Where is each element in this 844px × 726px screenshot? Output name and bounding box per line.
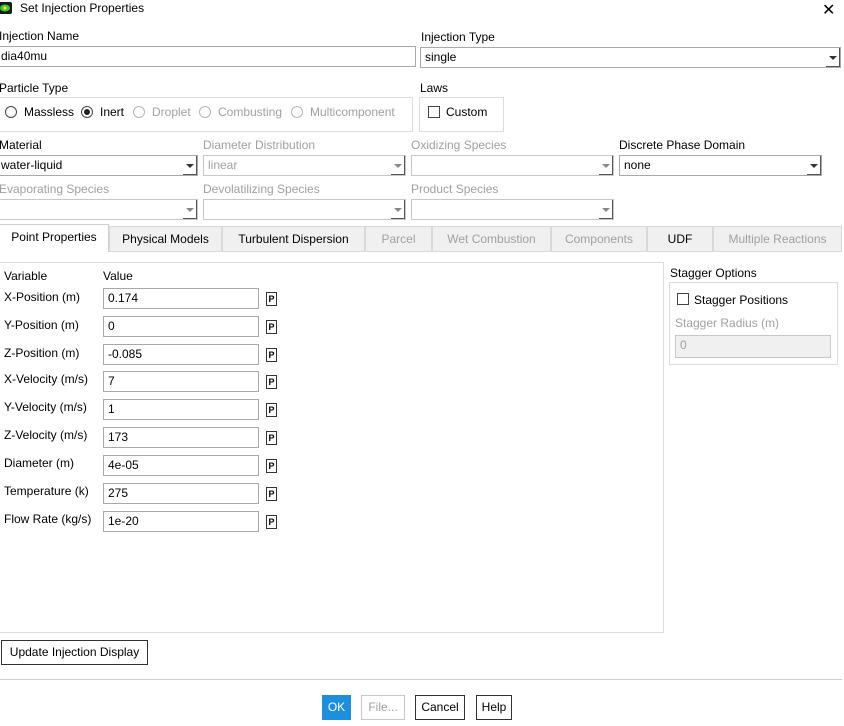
tab-point-properties[interactable]: Point Properties <box>0 224 109 252</box>
y-velocity-input[interactable]: 1 <box>103 399 259 420</box>
help-button[interactable]: Help <box>476 695 512 720</box>
file-button[interactable]: File... <box>361 695 405 720</box>
oxidizing-species-select[interactable] <box>411 155 614 176</box>
radio-multicomponent[interactable] <box>291 106 303 118</box>
z-position-param-button[interactable]: P <box>266 348 277 362</box>
chevron-down-icon <box>598 156 613 175</box>
injection-type-label: Injection Type <box>421 30 495 44</box>
chevron-down-icon <box>182 200 197 219</box>
radio-droplet[interactable] <box>133 106 145 118</box>
x-velocity-input[interactable]: 7 <box>103 371 259 392</box>
discrete-phase-domain-value: none <box>624 158 651 172</box>
y-velocity-param-button[interactable]: P <box>266 403 277 417</box>
x-position-param-button[interactable]: P <box>266 292 277 306</box>
x-velocity-param-button[interactable]: P <box>266 375 277 389</box>
z-position-input[interactable]: -0.085 <box>103 344 259 365</box>
chevron-down-icon <box>598 200 613 219</box>
radio-combusting-label: Combusting <box>218 105 283 119</box>
value-column-header: Value <box>103 269 133 283</box>
temperature-label: Temperature (k) <box>4 484 89 498</box>
tab-multiple-reactions[interactable]: Multiple Reactions <box>713 226 842 251</box>
flow-rate-input[interactable]: 1e-20 <box>103 511 259 532</box>
evaporating-species-select[interactable] <box>0 199 198 220</box>
update-injection-display-button[interactable]: Update Injection Display <box>1 640 148 665</box>
chevron-down-icon <box>182 156 197 175</box>
radio-massless[interactable] <box>5 106 17 118</box>
chevron-down-icon <box>390 200 405 219</box>
tab-parcel[interactable]: Parcel <box>365 226 432 251</box>
radio-massless-label: Massless <box>24 105 75 119</box>
z-position-label: Z-Position (m) <box>4 346 80 360</box>
injection-name-input[interactable]: dia40mu <box>0 46 416 67</box>
chevron-down-icon <box>390 156 405 175</box>
point-properties-panel <box>0 262 664 633</box>
devolatilizing-species-select[interactable] <box>203 199 406 220</box>
radio-inert[interactable] <box>81 106 93 118</box>
stagger-radius-label: Stagger Radius (m) <box>675 316 780 330</box>
diameter-distribution-value: linear <box>208 158 238 172</box>
y-position-input[interactable]: 0 <box>103 316 259 337</box>
stagger-radius-input[interactable]: 0 <box>675 335 831 358</box>
flow-rate-param-button[interactable]: P <box>266 515 277 529</box>
product-species-select[interactable] <box>411 199 614 220</box>
radio-combusting[interactable] <box>199 106 211 118</box>
injection-type-select[interactable]: single <box>420 47 841 68</box>
ok-button[interactable]: OK <box>322 695 351 720</box>
footer-divider <box>0 679 842 680</box>
y-velocity-label: Y-Velocity (m/s) <box>4 400 87 414</box>
y-position-param-button[interactable]: P <box>266 320 277 334</box>
tab-turbulent-dispersion[interactable]: Turbulent Dispersion <box>222 226 365 251</box>
stagger-options-title: Stagger Options <box>670 266 757 280</box>
evaporating-species-label: Evaporating Species <box>0 182 110 196</box>
devolatilizing-species-label: Devolatilizing Species <box>203 182 320 196</box>
stagger-positions-checkbox[interactable] <box>677 293 689 305</box>
temperature-input[interactable]: 275 <box>103 483 259 504</box>
window-title: Set Injection Properties <box>20 1 145 15</box>
laws-label: Laws <box>420 81 449 95</box>
tab-components[interactable]: Components <box>551 226 647 251</box>
app-icon <box>0 2 12 14</box>
radio-droplet-label: Droplet <box>152 105 191 119</box>
material-label: Material <box>0 138 42 152</box>
tab-wet-combustion[interactable]: Wet Combustion <box>432 226 551 251</box>
flow-rate-label: Flow Rate (kg/s) <box>4 512 92 526</box>
particle-type-label: Particle Type <box>0 81 69 95</box>
close-icon[interactable]: ✕ <box>822 0 835 19</box>
chevron-down-icon <box>806 156 821 175</box>
tab-udf[interactable]: UDF <box>647 226 713 251</box>
cancel-button[interactable]: Cancel <box>415 695 465 720</box>
y-position-label: Y-Position (m) <box>4 318 79 332</box>
chevron-down-icon <box>825 48 840 67</box>
diameter-distribution-label: Diameter Distribution <box>203 138 316 152</box>
material-value: water-liquid <box>1 158 63 172</box>
radio-multicomponent-label: Multicomponent <box>310 105 395 119</box>
custom-checkbox[interactable] <box>428 106 440 118</box>
temperature-param-button[interactable]: P <box>266 487 277 501</box>
x-position-input[interactable]: 0.174 <box>103 288 259 309</box>
discrete-phase-domain-select[interactable]: none <box>619 155 822 176</box>
injection-type-value: single <box>425 50 457 64</box>
x-position-label: X-Position (m) <box>4 290 81 304</box>
diameter-param-button[interactable]: P <box>266 459 277 473</box>
z-velocity-input[interactable]: 173 <box>103 427 259 448</box>
radio-inert-label: Inert <box>100 105 125 119</box>
injection-name-label: Injection Name <box>0 29 80 43</box>
diameter-input[interactable]: 4e-05 <box>103 455 259 476</box>
z-velocity-param-button[interactable]: P <box>266 431 277 445</box>
material-select[interactable]: water-liquid <box>0 155 198 176</box>
x-velocity-label: X-Velocity (m/s) <box>4 372 89 386</box>
discrete-phase-domain-label: Discrete Phase Domain <box>619 138 746 152</box>
tab-physical-models[interactable]: Physical Models <box>109 226 222 251</box>
z-velocity-label: Z-Velocity (m/s) <box>4 428 88 442</box>
custom-checkbox-label: Custom <box>446 105 488 119</box>
diameter-label: Diameter (m) <box>4 456 75 470</box>
oxidizing-species-label: Oxidizing Species <box>411 138 507 152</box>
stagger-positions-label: Stagger Positions <box>694 293 789 307</box>
variable-column-header: Variable <box>4 269 48 283</box>
product-species-label: Product Species <box>411 182 499 196</box>
diameter-distribution-select[interactable]: linear <box>203 155 406 176</box>
